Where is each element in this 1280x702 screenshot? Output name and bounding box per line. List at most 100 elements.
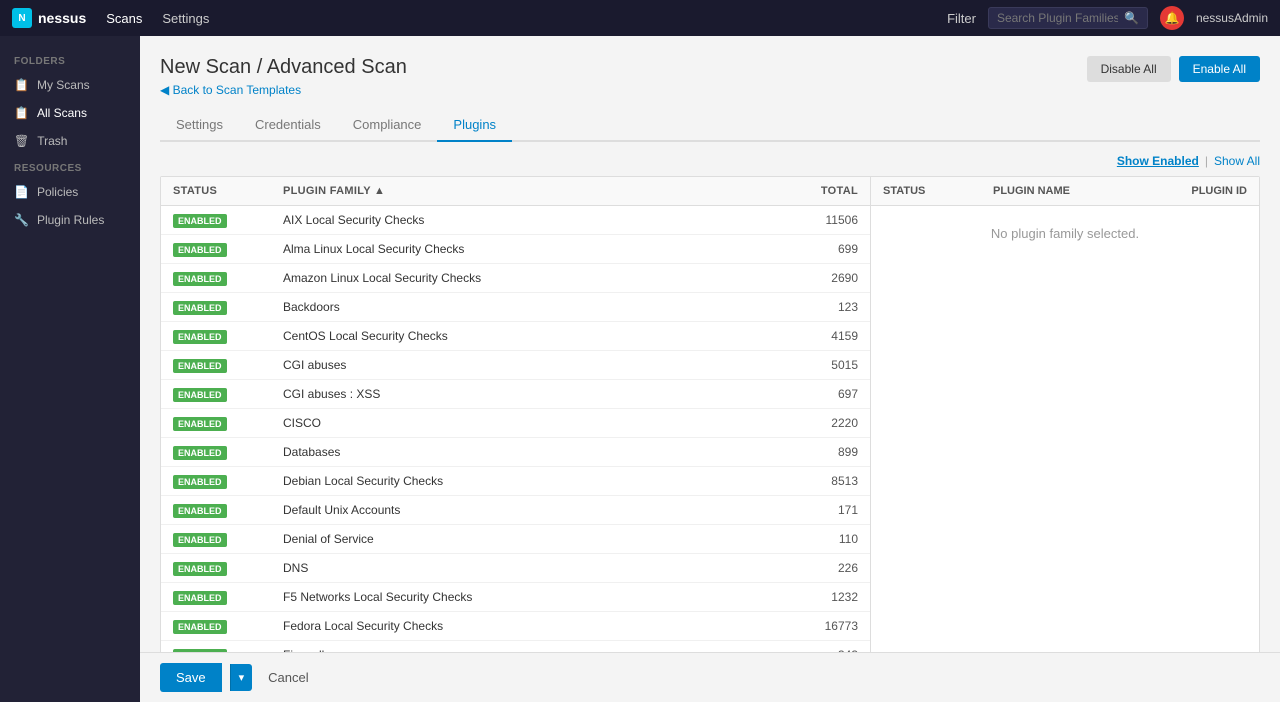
family-name: CentOS Local Security Checks — [283, 329, 778, 343]
topnav: N nessus Scans Settings Filter 🔍 🔔 nessu… — [0, 0, 1280, 36]
total-value: 11506 — [778, 213, 858, 227]
sidebar-item-plugin-rules[interactable]: 🔧 Plugin Rules — [0, 206, 140, 234]
table-row[interactable]: ENABLED Default Unix Accounts 171 — [161, 496, 870, 525]
table-row[interactable]: ENABLED CISCO 2220 — [161, 409, 870, 438]
folders-section-label: FOLDERS — [0, 48, 140, 71]
plugin-filter-row: Show Enabled | Show All — [160, 154, 1260, 168]
save-dropdown-button[interactable]: ▾ — [230, 664, 253, 691]
tab-settings[interactable]: Settings — [160, 109, 239, 142]
status-badge: ENABLED — [173, 502, 283, 518]
show-all-link[interactable]: Show All — [1214, 154, 1260, 168]
status-badge: ENABLED — [173, 241, 283, 257]
total-value: 8513 — [778, 474, 858, 488]
family-name: Databases — [283, 445, 778, 459]
page-title: New Scan / Advanced Scan — [160, 56, 407, 79]
family-name: Debian Local Security Checks — [283, 474, 778, 488]
policies-icon: 📄 — [14, 185, 29, 199]
nav-settings[interactable]: Settings — [162, 11, 209, 26]
table-row[interactable]: ENABLED Denial of Service 110 — [161, 525, 870, 554]
sidebar-item-label: Plugin Rules — [37, 213, 104, 227]
total-value: 2690 — [778, 271, 858, 285]
page-header: New Scan / Advanced Scan ◀ Back to Scan … — [160, 56, 1260, 97]
enable-all-button[interactable]: Enable All — [1179, 56, 1260, 82]
disable-all-button[interactable]: Disable All — [1087, 56, 1171, 82]
sidebar-item-label: Trash — [37, 134, 67, 148]
all-scans-icon: 📋 — [14, 106, 29, 120]
col-plugin-id: PLUGIN ID — [1147, 185, 1247, 197]
family-name: CGI abuses — [283, 358, 778, 372]
status-badge: ENABLED — [173, 212, 283, 228]
family-name: Default Unix Accounts — [283, 503, 778, 517]
family-name: Alma Linux Local Security Checks — [283, 242, 778, 256]
family-name: F5 Networks Local Security Checks — [283, 590, 778, 604]
no-selection-message: No plugin family selected. — [883, 226, 1247, 241]
table-row[interactable]: ENABLED CGI abuses 5015 — [161, 351, 870, 380]
table-row[interactable]: ENABLED Debian Local Security Checks 851… — [161, 467, 870, 496]
tab-compliance[interactable]: Compliance — [337, 109, 438, 142]
status-badge: ENABLED — [173, 560, 283, 576]
total-value: 171 — [778, 503, 858, 517]
user-label: nessusAdmin — [1196, 11, 1268, 25]
sidebar-item-all-scans[interactable]: 📋 All Scans — [0, 99, 140, 127]
table-row[interactable]: ENABLED CGI abuses : XSS 697 — [161, 380, 870, 409]
filter-label: Filter — [947, 11, 976, 26]
page-header-actions: Disable All Enable All — [1087, 56, 1260, 82]
sidebar-item-policies[interactable]: 📄 Policies — [0, 178, 140, 206]
table-row[interactable]: ENABLED CentOS Local Security Checks 415… — [161, 322, 870, 351]
sidebar-item-trash[interactable]: 🗑 Trash — [0, 127, 140, 155]
show-enabled-link[interactable]: Show Enabled — [1117, 154, 1199, 168]
filter-separator: | — [1205, 154, 1208, 168]
tab-plugins[interactable]: Plugins — [437, 109, 512, 142]
family-name: Denial of Service — [283, 532, 778, 546]
search-box: 🔍 — [988, 7, 1148, 29]
topnav-logo-text: nessus — [38, 10, 86, 26]
sidebar-item-my-scans[interactable]: 📋 My Scans — [0, 71, 140, 99]
table-row[interactable]: ENABLED Databases 899 — [161, 438, 870, 467]
sidebar-item-label: All Scans — [37, 106, 87, 120]
sidebar-item-label: Policies — [37, 185, 78, 199]
family-name: CGI abuses : XSS — [283, 387, 778, 401]
total-value: 123 — [778, 300, 858, 314]
nav-scans[interactable]: Scans — [106, 11, 142, 26]
plugin-rows-container: ENABLED AIX Local Security Checks 11506 … — [161, 206, 870, 697]
status-badge: ENABLED — [173, 386, 283, 402]
family-name: AIX Local Security Checks — [283, 213, 778, 227]
table-row[interactable]: ENABLED AIX Local Security Checks 11506 — [161, 206, 870, 235]
total-value: 697 — [778, 387, 858, 401]
status-badge: ENABLED — [173, 589, 283, 605]
family-name: DNS — [283, 561, 778, 575]
sidebar: FOLDERS 📋 My Scans 📋 All Scans 🗑 Trash R… — [0, 36, 140, 702]
resources-section-label: RESOURCES — [0, 155, 140, 178]
search-input[interactable] — [997, 11, 1118, 25]
col-plugin-family: PLUGIN FAMILY ▲ — [283, 185, 778, 197]
tabs-bar: Settings Credentials Compliance Plugins — [160, 109, 1260, 142]
col-total: TOTAL — [778, 185, 858, 197]
table-row[interactable]: ENABLED F5 Networks Local Security Check… — [161, 583, 870, 612]
plugin-rules-icon: 🔧 — [14, 213, 29, 227]
tab-credentials[interactable]: Credentials — [239, 109, 337, 142]
nessus-logo-mark: N — [12, 8, 32, 28]
trash-icon: 🗑 — [14, 134, 29, 148]
table-row[interactable]: ENABLED Alma Linux Local Security Checks… — [161, 235, 870, 264]
table-row[interactable]: ENABLED Backdoors 123 — [161, 293, 870, 322]
total-value: 2220 — [778, 416, 858, 430]
family-name: Fedora Local Security Checks — [283, 619, 778, 633]
breadcrumb-link[interactable]: ◀ Back to Scan Templates — [160, 83, 407, 97]
table-row[interactable]: ENABLED DNS 226 — [161, 554, 870, 583]
notification-bell[interactable]: 🔔 — [1160, 6, 1184, 30]
status-badge: ENABLED — [173, 473, 283, 489]
status-badge: ENABLED — [173, 299, 283, 315]
page-header-left: New Scan / Advanced Scan ◀ Back to Scan … — [160, 56, 407, 97]
total-value: 899 — [778, 445, 858, 459]
table-row[interactable]: ENABLED Fedora Local Security Checks 167… — [161, 612, 870, 641]
col-status: STATUS — [173, 185, 283, 197]
bottom-actions-bar: Save ▾ Cancel — [140, 652, 1280, 702]
status-badge: ENABLED — [173, 270, 283, 286]
table-row[interactable]: ENABLED Amazon Linux Local Security Chec… — [161, 264, 870, 293]
save-button[interactable]: Save — [160, 663, 222, 692]
table-header-right: STATUS PLUGIN NAME PLUGIN ID — [871, 177, 1259, 206]
topnav-right: Filter 🔍 🔔 nessusAdmin — [947, 6, 1268, 30]
plugin-table-area: STATUS PLUGIN FAMILY ▲ TOTAL ENABLED AIX… — [160, 176, 1260, 698]
topnav-left: N nessus Scans Settings — [12, 8, 209, 28]
cancel-button[interactable]: Cancel — [260, 663, 316, 692]
